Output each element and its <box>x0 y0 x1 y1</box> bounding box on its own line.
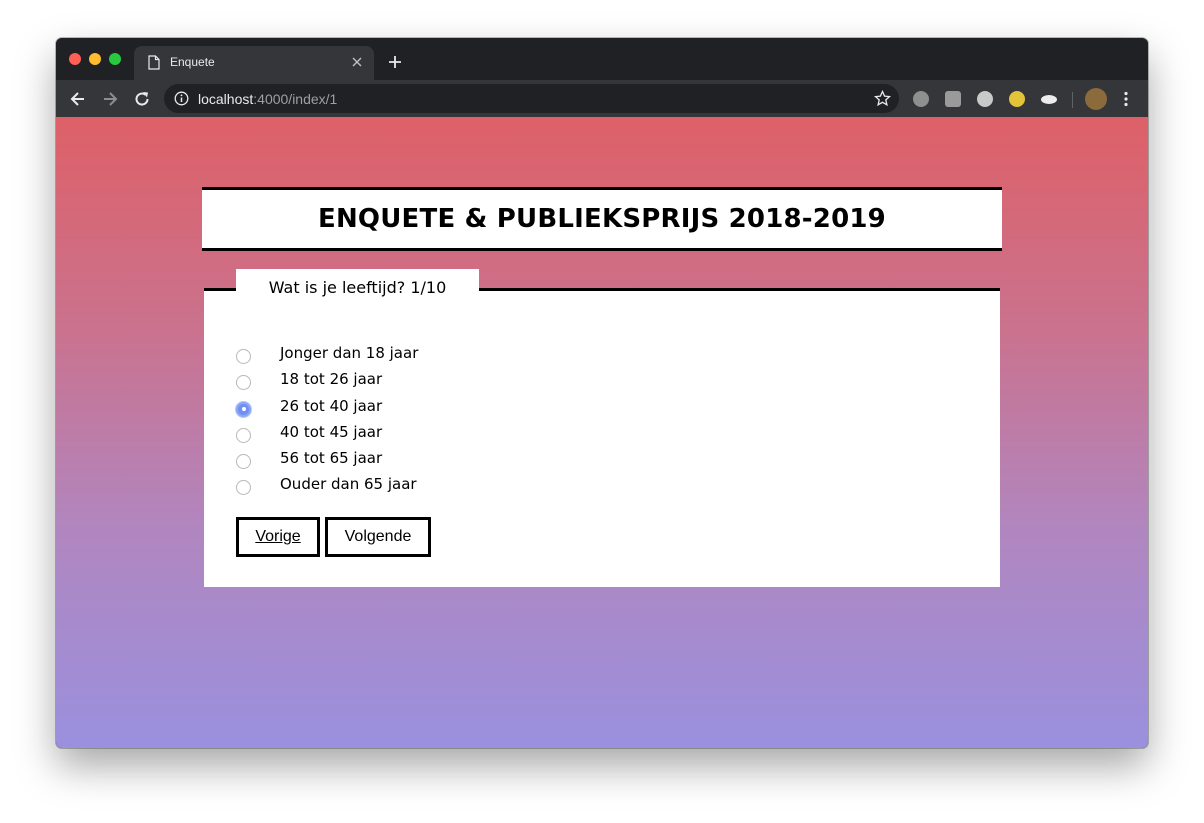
info-icon[interactable] <box>174 91 189 106</box>
profile-avatar[interactable] <box>1085 88 1107 110</box>
radio-button-selected[interactable] <box>236 401 251 417</box>
option-label: Ouder dan 65 jaar <box>280 475 417 494</box>
next-button[interactable]: Volgende <box>325 517 431 557</box>
page-header: ENQUETE & PUBLIEKSPRIJS 2018-2019 <box>202 187 1002 251</box>
page-viewport: ENQUETE & PUBLIEKSPRIJS 2018-2019 Wat is… <box>56 117 1148 748</box>
address-bar[interactable]: localhost:4000/index/1 <box>164 84 899 113</box>
url-path: :4000/index/1 <box>253 91 338 107</box>
url-host: localhost <box>198 91 254 107</box>
tab-enquete[interactable]: Enquete <box>134 46 374 80</box>
camera-extension-icon[interactable] <box>945 91 961 107</box>
toolbar-divider <box>1072 92 1073 108</box>
url-text[interactable]: localhost:4000/index/1 <box>198 91 337 107</box>
gear-extension-icon[interactable] <box>977 91 993 107</box>
option-item[interactable]: Jonger dan 18 jaar <box>236 343 536 369</box>
option-item[interactable]: Ouder dan 65 jaar <box>236 474 536 500</box>
close-icon[interactable] <box>350 55 364 69</box>
arrow-left-icon[interactable] <box>68 89 88 109</box>
option-item[interactable]: 26 tot 40 jaar <box>236 396 536 422</box>
radio-button[interactable] <box>236 454 251 470</box>
eye-extension-icon[interactable] <box>1041 95 1057 104</box>
radio-button[interactable] <box>236 349 251 364</box>
maximize-window-button[interactable] <box>109 53 121 65</box>
question-legend: Wat is je leeftijd? 1/10 <box>236 269 479 309</box>
tab-strip: Enquete <box>56 38 1148 80</box>
answer-options: Jonger dan 18 jaar 18 tot 26 jaar 26 tot… <box>236 343 536 501</box>
browser-toolbar: localhost:4000/index/1 <box>56 80 1148 117</box>
arrow-right-icon[interactable] <box>100 89 120 109</box>
kebab-menu-icon[interactable] <box>1116 89 1136 109</box>
document-icon <box>148 55 160 70</box>
question-progress: 1/10 <box>410 278 447 297</box>
question-text: Wat is je leeftijd? <box>268 278 406 297</box>
reload-icon[interactable] <box>132 89 152 109</box>
option-item[interactable]: 18 tot 26 jaar <box>236 369 536 395</box>
page-title: ENQUETE & PUBLIEKSPRIJS 2018-2019 <box>318 204 886 234</box>
option-label: 26 tot 40 jaar <box>280 396 383 415</box>
radio-button[interactable] <box>236 375 251 391</box>
previous-button[interactable]: Vorige <box>236 517 320 557</box>
adblock-extension-icon[interactable] <box>913 91 929 107</box>
close-window-button[interactable] <box>69 53 81 65</box>
question-fieldset: Wat is je leeftijd? 1/10 Jonger dan 18 j… <box>204 269 1000 587</box>
option-label: 40 tot 45 jaar <box>280 422 383 441</box>
radio-button[interactable] <box>236 480 251 496</box>
plus-icon[interactable] <box>387 54 403 70</box>
coin-extension-icon[interactable] <box>1009 91 1025 107</box>
option-item[interactable]: 40 tot 45 jaar <box>236 422 536 448</box>
minimize-window-button[interactable] <box>89 53 101 65</box>
radio-button[interactable] <box>236 427 251 443</box>
option-item[interactable]: 56 tot 65 jaar <box>236 448 536 474</box>
option-label: Jonger dan 18 jaar <box>280 344 419 362</box>
tab-title: Enquete <box>170 55 215 69</box>
browser-window: Enquete localhost:4000/index/1 ENQUETE &… <box>56 38 1148 748</box>
star-icon[interactable] <box>874 90 891 107</box>
option-label: 56 tot 65 jaar <box>280 449 383 468</box>
option-label: 18 tot 26 jaar <box>280 370 383 389</box>
